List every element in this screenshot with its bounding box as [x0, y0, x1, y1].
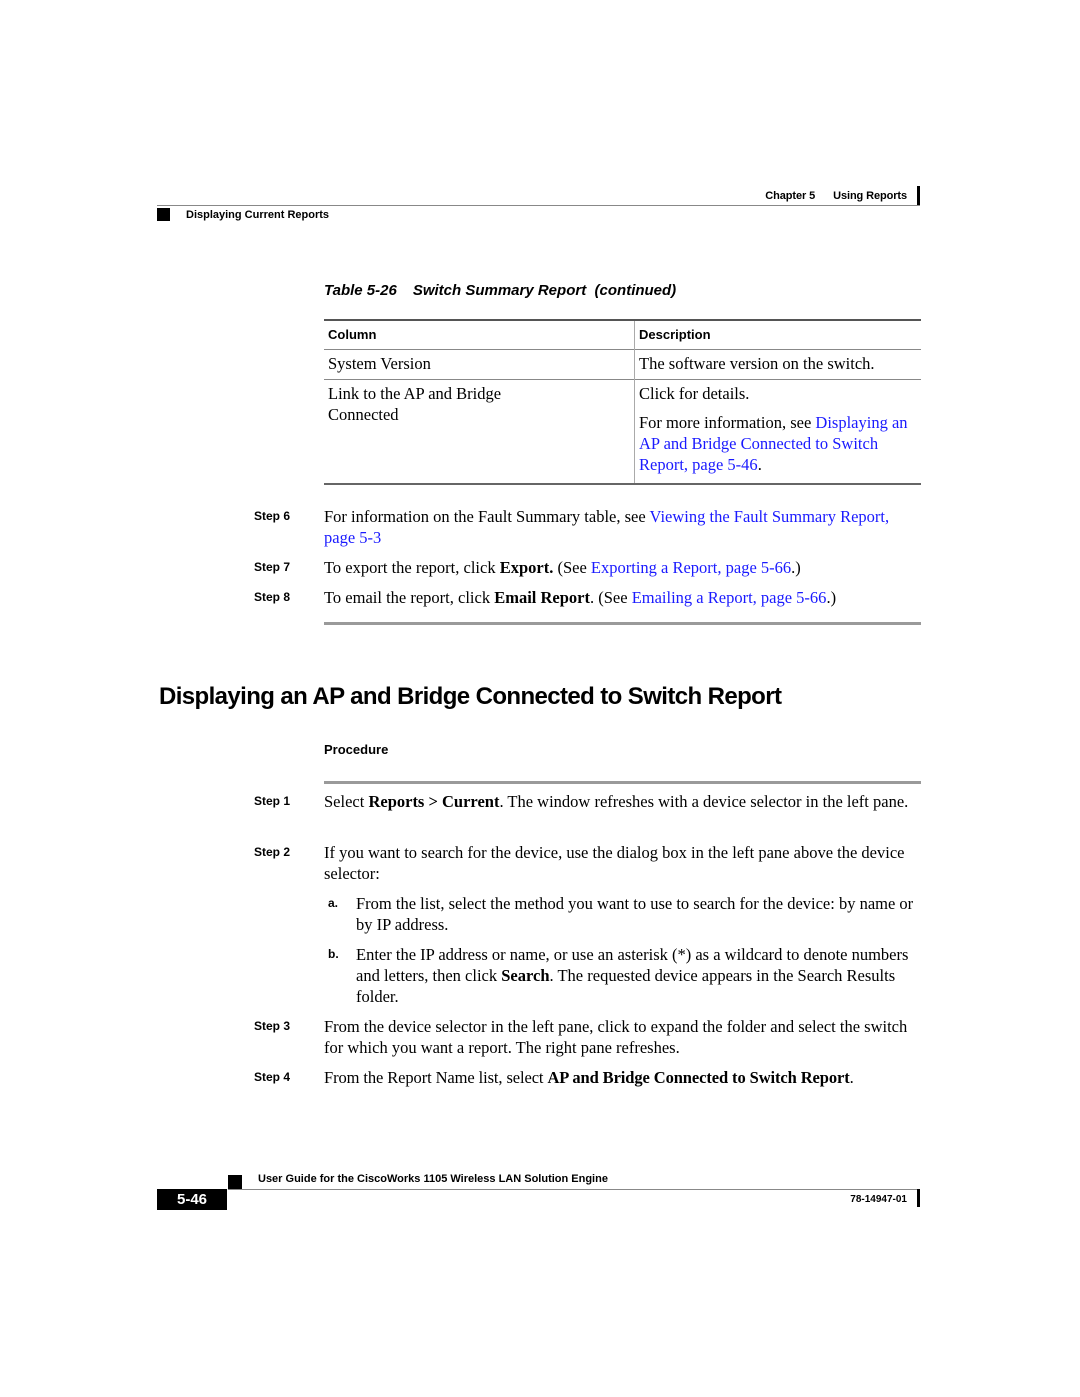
- section-title: Displaying an AP and Bridge Connected to…: [159, 683, 782, 710]
- step-label: Step 2: [254, 845, 291, 859]
- chapter-number: Chapter 5: [765, 190, 816, 202]
- table-caption-suffix: (continued): [594, 282, 677, 299]
- header-rule: [157, 205, 920, 206]
- footer-guide-title: User Guide for the CiscoWorks 1105 Wirel…: [258, 1173, 608, 1185]
- step-4: Step 4 From the Report Name list, select…: [254, 1067, 922, 1088]
- procedure-start-rule: [324, 781, 921, 784]
- header-bar-marker: [917, 186, 920, 205]
- step-7: Step 7 To export the report, click Expor…: [254, 557, 922, 578]
- footer-rule: [228, 1189, 920, 1190]
- step-text: To export the report, click Export. (See…: [324, 557, 922, 578]
- step-text-middle: (See: [553, 558, 591, 577]
- substep-text: From the list, select the method you wan…: [356, 894, 914, 934]
- chapter-title: Using Reports: [833, 190, 907, 202]
- page-number-badge: 5-46: [157, 1189, 227, 1210]
- description-more: For more information, see Displaying an …: [639, 412, 917, 475]
- step-3: Step 3 From the device selector in the l…: [254, 1016, 922, 1058]
- step-1: Step 1 Select Reports > Current. The win…: [254, 791, 922, 812]
- step-text-prefix: For information on the Fault Summary tab…: [324, 507, 650, 526]
- step-text-suffix: . The window refreshes with a device sel…: [499, 792, 909, 811]
- link-emailing-report[interactable]: Emailing a Report, page 5-66: [632, 588, 827, 607]
- step-text: For information on the Fault Summary tab…: [324, 506, 922, 548]
- procedure-label: Procedure: [324, 742, 389, 757]
- step-text: From the device selector in the left pan…: [324, 1017, 908, 1057]
- running-header-section: Displaying Current Reports: [186, 209, 330, 221]
- step-text-suffix: .): [791, 558, 801, 577]
- substep-a: a. From the list, select the method you …: [324, 893, 922, 935]
- ui-term-reports-current: Reports > Current: [368, 792, 500, 811]
- footer-bar-marker: [917, 1189, 920, 1207]
- substep-text: Enter the IP address or name, or use an …: [356, 944, 922, 1007]
- table-row: Link to the AP and Bridge Connected Clic…: [324, 379, 922, 485]
- step-text: Select Reports > Current. The window ref…: [324, 791, 922, 812]
- ui-term-email-report: Email Report: [494, 588, 590, 607]
- table-cell-column: System Version: [324, 349, 635, 380]
- step-8: Step 8 To email the report, click Email …: [254, 587, 922, 608]
- header-square-marker: [157, 208, 170, 221]
- table-number: Table 5-26: [324, 282, 397, 299]
- step-label: Step 6: [254, 509, 291, 523]
- step-label: Step 1: [254, 794, 291, 808]
- table-header-row: Column Description: [324, 320, 921, 350]
- table-caption: Table 5-26 Switch Summary Report (continu…: [324, 282, 676, 299]
- substep-b: b. Enter the IP address or name, or use …: [324, 944, 922, 1007]
- document-number: 78-14947-01: [850, 1194, 907, 1205]
- table-row: System Version The software version on t…: [324, 349, 921, 380]
- table-cell-description: The software version on the switch.: [639, 354, 875, 373]
- step-label: Step 4: [254, 1070, 291, 1084]
- column-header-column: Column: [324, 320, 635, 350]
- description-text: Click for details.: [639, 384, 750, 403]
- ui-term-search: Search: [501, 966, 550, 985]
- table-cell-column: Link to the AP and Bridge Connected: [324, 379, 635, 484]
- step-text-suffix: .: [849, 1068, 854, 1087]
- step-text-prefix: To email the report, click: [324, 588, 495, 607]
- procedure-end-rule: [324, 622, 921, 625]
- step-text-prefix: Select: [324, 792, 369, 811]
- step-text-suffix: .): [826, 588, 837, 607]
- step-6: Step 6 For information on the Fault Summ…: [254, 506, 922, 548]
- table-title: Switch Summary Report: [412, 282, 587, 299]
- switch-summary-table: Column Description System Version The so…: [324, 319, 921, 485]
- more-info-suffix: .: [757, 455, 762, 474]
- step-text-middle: . (See: [589, 588, 632, 607]
- ui-term-ap-bridge-report: AP and Bridge Connected to Switch Report: [547, 1068, 850, 1087]
- step-text: If you want to search for the device, us…: [324, 843, 905, 883]
- footer-square-marker: [228, 1175, 242, 1189]
- step-text: To email the report, click Email Report.…: [324, 587, 922, 608]
- step-2: Step 2 If you want to search for the dev…: [254, 842, 922, 884]
- table-cell-description: Click for details. For more information,…: [635, 380, 922, 485]
- step-text: From the Report Name list, select AP and…: [324, 1067, 922, 1088]
- step-text-prefix: From the Report Name list, select: [324, 1068, 548, 1087]
- running-header-chapter: Chapter 5 Using Reports: [765, 190, 907, 202]
- step-label: Step 7: [254, 560, 291, 574]
- column-header-description: Description: [639, 327, 711, 342]
- substep-label: b.: [328, 947, 339, 961]
- step-text-prefix: To export the report, click: [324, 558, 500, 577]
- step-label: Step 3: [254, 1019, 291, 1033]
- link-exporting-report[interactable]: Exporting a Report, page 5-66: [591, 558, 791, 577]
- more-info-prefix: For more information, see: [639, 413, 816, 432]
- substep-label: a.: [328, 896, 339, 910]
- ui-term-export: Export.: [499, 558, 554, 577]
- step-label: Step 8: [254, 590, 291, 604]
